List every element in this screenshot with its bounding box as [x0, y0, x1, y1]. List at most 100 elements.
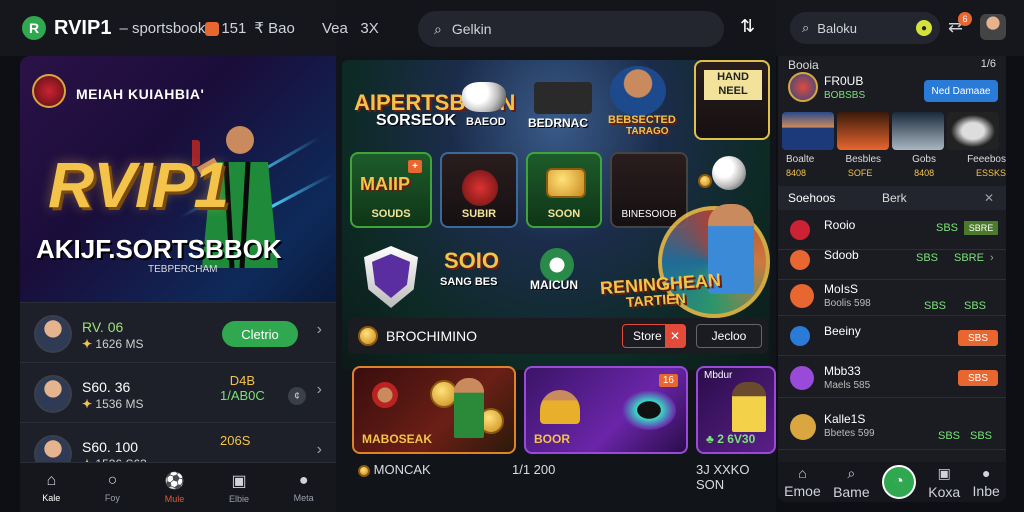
header-item-bao[interactable]: ₹ Bao	[254, 19, 294, 37]
game-tile-subir[interactable]: SUBIR	[440, 152, 518, 228]
nav-elbie[interactable]: ▣ Elbie	[229, 471, 249, 504]
search-icon: ⌕	[847, 464, 856, 481]
game-label[interactable]: SOIO	[444, 248, 499, 274]
promo-text: BROCHIMINO	[386, 328, 477, 344]
search-placeholder: Gelkin	[451, 21, 492, 37]
cta-button[interactable]: Ned Damaae	[924, 80, 998, 102]
list-item[interactable]: MoIsS Boolis 598 SBS SBS	[778, 276, 1006, 316]
footer-mid: 1/1 200	[512, 462, 556, 477]
chevron-right-icon[interactable]: ›	[317, 441, 322, 459]
soccer-ball-icon	[712, 156, 746, 190]
nav-mule[interactable]: ⚽ Mule	[165, 471, 185, 504]
more-icon[interactable]: ¢	[288, 387, 306, 405]
match-meta: ✦ 1626 MS	[82, 337, 144, 351]
chevron-right-icon[interactable]: ›	[317, 321, 322, 339]
list-item[interactable]: Kalle1S Bbetes 599 SBS SBS	[778, 406, 1006, 450]
nav-home[interactable]: ⌂ Kale	[42, 472, 60, 503]
hero-banner[interactable]: MEIAH KUIAHBIA' RVIP1 AKIJF.SORTSBBOK TE…	[20, 56, 336, 302]
search-input[interactable]: ⌕ Gelkin	[418, 11, 724, 47]
ticket-icon: ▣	[231, 473, 247, 490]
game-label-sub: SANG BES	[440, 276, 498, 288]
avatar[interactable]	[980, 14, 1006, 40]
sort-icon[interactable]: ⇅	[740, 16, 755, 37]
odds-chip[interactable]: SBS	[958, 330, 998, 346]
clear-icon[interactable]: ●	[916, 20, 932, 36]
avatar	[34, 375, 72, 413]
bet-button[interactable]: Cletrio	[222, 321, 298, 347]
promo-bar: BROCHIMINO Store ✕ Jecloo	[348, 318, 768, 354]
thumb-image[interactable]	[947, 112, 999, 150]
team-icon	[790, 250, 810, 270]
game-card[interactable]: MABOSEAK	[352, 366, 516, 454]
game-tile-soud[interactable]: MAIIP SOUDS +	[350, 152, 432, 228]
tile-label: BINESOIOB	[621, 209, 677, 220]
close-icon: ✕	[665, 325, 685, 347]
right-sidebar: Booia 1/6 FR0UB BOBSBS Ned Damaae Boalte…	[778, 56, 1006, 502]
circle-icon: ○	[107, 472, 118, 489]
game-label[interactable]: BAEOD	[466, 116, 506, 128]
coin-icon	[358, 326, 378, 346]
nav-home[interactable]: ⌂ Emoe	[784, 465, 821, 499]
bottom-nav: ⌂ Kale ○ Foy ⚽ Mule ▣ Elbie ● Meta	[20, 462, 336, 512]
nav-meta[interactable]: ● Meta	[294, 472, 314, 503]
hero-caption: MEIAH KUIAHBIA'	[76, 86, 205, 102]
game-label[interactable]: MAICUN	[530, 278, 578, 292]
match-row[interactable]: RV. 06 ✦ 1626 MS Cletrio ›	[20, 302, 336, 362]
odds-top: 206S	[220, 433, 251, 448]
odds-chip[interactable]: SBS	[958, 370, 998, 386]
game-tile-hand[interactable]: HAND NEEL	[694, 60, 770, 140]
right-search-input[interactable]: ⌕ Baloku ●	[790, 12, 940, 44]
tab-bank[interactable]: Berk	[882, 191, 907, 205]
user-icon: ●	[981, 465, 991, 481]
header-labels: Vea 3X	[322, 19, 379, 37]
game-subtitle: SORSEOK	[376, 112, 457, 129]
nav-profile[interactable]: ● Inbe	[973, 465, 1000, 499]
game-card[interactable]: 16 BOOR	[524, 366, 688, 454]
tab-schedule[interactable]: Soehoos	[788, 191, 835, 205]
footer-right: 3J XXKO SON	[696, 462, 750, 492]
card-title: MABOSEAK	[362, 432, 433, 446]
gold-icon	[546, 168, 586, 198]
nav-search[interactable]: ⌕ Bame	[833, 465, 870, 500]
thumb-image[interactable]	[892, 112, 944, 150]
store-button[interactable]: Store ✕	[622, 324, 686, 348]
thumb-image[interactable]	[837, 112, 889, 150]
nav-foy[interactable]: ○ Foy	[105, 472, 120, 503]
game-card[interactable]: Mbdur ♣ 2 6V30	[696, 366, 776, 454]
close-icon[interactable]: ✕	[984, 191, 994, 205]
odds-block[interactable]: D4B 1/AB0C	[220, 373, 265, 403]
odds-block[interactable]: 206S	[220, 433, 250, 448]
game-label[interactable]: BEDRNAC	[528, 116, 588, 130]
games-lobby: AIPERTSBOON SORSEOK BAEOD BEDRNAC BEBSEC…	[336, 56, 776, 512]
list-item[interactable]: Sdoob SBS SBRE ›	[778, 242, 1006, 280]
home-icon: ⌂	[798, 465, 807, 481]
section-bar: Soehoos Berk ✕	[778, 186, 1006, 210]
game-tile-binesoiob[interactable]: BINESOIOB	[610, 152, 688, 228]
jecloo-button[interactable]: Jecloo	[696, 324, 762, 348]
player-illustration	[732, 382, 766, 432]
user-icon: ●	[298, 472, 309, 489]
match-row[interactable]: S60. 36 ✦ 1536 MS D4B 1/AB0C ¢ ›	[20, 362, 336, 422]
clock-icon[interactable]: ◔	[881, 465, 916, 499]
thumb-image[interactable]	[782, 112, 834, 150]
ticket-icon: ▣	[937, 464, 951, 481]
team-title: FR0UB	[824, 74, 864, 88]
list-item[interactable]: Beeiny SBS	[778, 318, 1006, 356]
match-name: RV. 06	[82, 319, 124, 335]
team-crest-icon	[788, 72, 818, 102]
card-head: Mbdur	[704, 370, 733, 381]
bat-icon	[534, 82, 592, 114]
hero-title: RVIP1	[48, 149, 229, 221]
chevron-right-icon[interactable]: ›	[990, 252, 994, 264]
brand-name[interactable]: RVIP1	[54, 17, 111, 40]
chevron-right-icon[interactable]: ›	[317, 381, 322, 399]
team-icon	[790, 366, 814, 390]
player-icon	[372, 382, 398, 408]
nav-koxa[interactable]: ▣ Koxa	[928, 465, 960, 500]
team-icon	[790, 414, 816, 440]
game-label[interactable]: BEBSECTED	[608, 114, 676, 126]
game-tile-soon[interactable]: SOON	[526, 152, 602, 228]
list-item[interactable]: Mbb33 Maels 585 SBS	[778, 358, 1006, 398]
brand-logo-icon[interactable]: R	[22, 16, 46, 40]
odds-chip[interactable]: SBRE	[964, 221, 998, 235]
